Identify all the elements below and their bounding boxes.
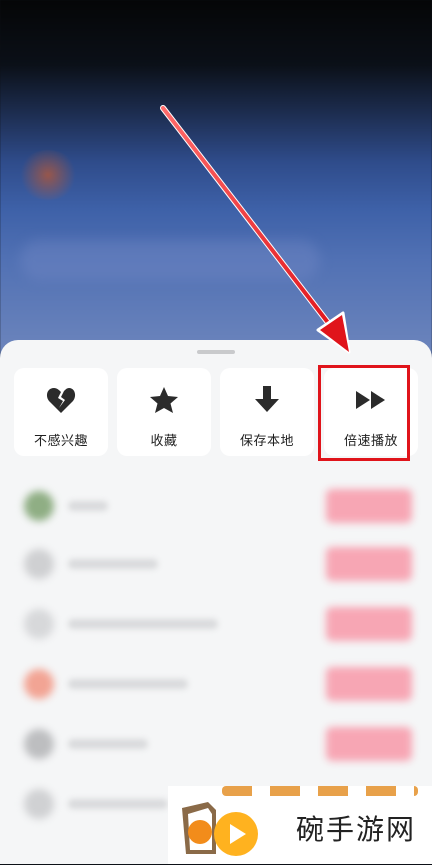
- download-arrow-icon: [251, 384, 283, 416]
- favorite-button[interactable]: 收藏: [117, 368, 211, 456]
- star-icon: [148, 384, 180, 416]
- avatar: [24, 609, 54, 639]
- save-local-button[interactable]: 保存本地: [220, 368, 314, 456]
- avatar: [24, 669, 54, 699]
- list-item-action-button[interactable]: [326, 489, 412, 523]
- sheet-grabber-handle[interactable]: [197, 350, 235, 354]
- list-item-text: [68, 559, 158, 569]
- list-item-text: [68, 799, 168, 809]
- list-item-action-button[interactable]: [326, 667, 412, 701]
- avatar: [24, 729, 54, 759]
- list-item-text: [68, 739, 148, 749]
- watermark-decoration: [222, 786, 418, 796]
- list-item[interactable]: [24, 723, 416, 765]
- save-local-label: 保存本地: [239, 434, 294, 449]
- list-item-text: [68, 679, 188, 689]
- list-item-action-button[interactable]: [326, 607, 412, 641]
- highlight-box-annotation: [318, 365, 410, 461]
- list-item-action-button[interactable]: [326, 727, 412, 761]
- list-item-action-button[interactable]: [326, 547, 412, 581]
- blurred-video-element: [20, 240, 320, 280]
- avatar: [24, 491, 54, 521]
- bowl-logo-icon: [182, 802, 258, 856]
- avatar: [24, 549, 54, 579]
- watermark-text: 碗手游网: [296, 813, 417, 846]
- avatar: [24, 789, 54, 819]
- list-item-text: [68, 619, 218, 629]
- video-preview-background: [0, 0, 432, 360]
- site-watermark: 碗手游网: [168, 786, 432, 864]
- list-item-text: [68, 501, 108, 511]
- list-item[interactable]: [24, 663, 416, 705]
- broken-heart-icon: [45, 384, 77, 416]
- list-item[interactable]: [24, 485, 416, 527]
- list-item[interactable]: [24, 543, 416, 585]
- not-interested-button[interactable]: 不感兴趣: [14, 368, 108, 456]
- blurred-video-element: [18, 150, 78, 200]
- not-interested-label: 不感兴趣: [33, 434, 88, 449]
- favorite-label: 收藏: [150, 434, 178, 449]
- list-item[interactable]: [24, 603, 416, 645]
